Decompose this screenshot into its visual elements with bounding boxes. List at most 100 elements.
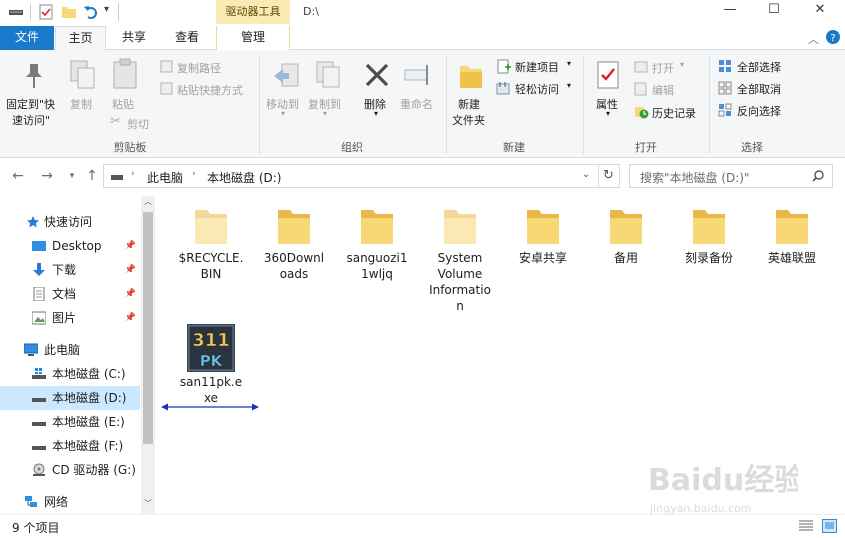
search-icon[interactable] bbox=[812, 170, 824, 182]
scroll-down-icon[interactable]: ﹀ bbox=[144, 498, 152, 509]
file-name-line: 刻录备份 bbox=[684, 251, 733, 265]
nav-item-pictures[interactable]: 图片 📌 bbox=[0, 306, 140, 330]
details-view-icon[interactable] bbox=[799, 520, 813, 532]
nav-drive-d[interactable]: 本地磁盘 (D:) bbox=[0, 386, 140, 410]
tab-view[interactable]: 查看 bbox=[162, 26, 212, 50]
minimize-button[interactable]: — bbox=[708, 0, 752, 22]
breadcrumb-separator-icon: › bbox=[192, 169, 196, 179]
copy-icon bbox=[70, 60, 95, 89]
history-label: 历史记录 bbox=[652, 107, 696, 120]
close-button[interactable]: ✕ bbox=[798, 0, 842, 22]
nav-quick-access[interactable]: 快速访问 bbox=[0, 210, 140, 234]
file-name-line: $RECYCLE. bbox=[178, 251, 244, 265]
file-name-line: System bbox=[437, 251, 483, 265]
download-icon bbox=[33, 263, 45, 276]
file-item-system-volume-information[interactable]: System Volume Informatio n bbox=[420, 206, 500, 314]
edit-icon bbox=[634, 82, 647, 96]
nav-drive-g[interactable]: CD 驱动器 (G:) bbox=[0, 458, 140, 482]
qat-customize-icon[interactable]: ▾ bbox=[104, 4, 109, 15]
group-open-label: 打开 bbox=[635, 141, 657, 154]
large-icons-view-icon[interactable] bbox=[822, 519, 837, 533]
delete-dropdown-icon: ▾ bbox=[374, 109, 379, 118]
tab-share[interactable]: 共享 bbox=[108, 26, 160, 50]
nav-drive-f[interactable]: 本地磁盘 (F:) bbox=[0, 434, 140, 458]
group-organize-label: 组织 bbox=[341, 141, 363, 154]
file-name-line: Volume bbox=[437, 267, 483, 281]
tab-file[interactable]: 文件 bbox=[0, 26, 54, 50]
delete-x-icon bbox=[365, 63, 389, 87]
new-folder-icon bbox=[460, 66, 482, 88]
pin-icon: 📌 bbox=[124, 313, 136, 323]
address-bar[interactable]: › 此电脑 › 本地磁盘 (D:) ⌄ bbox=[103, 164, 599, 188]
rename-label: 重命名 bbox=[400, 98, 433, 111]
new-folder-label-1: 新建 bbox=[458, 98, 480, 111]
nav-network[interactable]: 网络 bbox=[0, 490, 140, 514]
file-name-line: Informatio bbox=[429, 283, 491, 297]
breadcrumb-this-pc[interactable]: 此电脑 bbox=[147, 169, 183, 186]
drive-icon bbox=[32, 398, 46, 402]
copy-to-dropdown-icon: ▾ bbox=[323, 109, 328, 118]
drive-tools-header: 驱动器工具 bbox=[216, 0, 290, 24]
up-arrow-icon[interactable]: ↑ bbox=[83, 167, 101, 185]
breadcrumb-separator-icon: › bbox=[131, 169, 135, 179]
network-icon bbox=[25, 496, 37, 507]
tab-home[interactable]: 主页 bbox=[55, 26, 106, 51]
file-item-backup[interactable]: 备用 bbox=[586, 206, 666, 266]
breadcrumb-drive-d[interactable]: 本地磁盘 (D:) bbox=[207, 169, 281, 186]
file-name-line: 1wljq bbox=[361, 267, 393, 281]
nav-item-downloads[interactable]: 下载 📌 bbox=[0, 258, 140, 282]
group-select-label: 选择 bbox=[741, 141, 763, 154]
collapse-ribbon-icon[interactable]: ︿ bbox=[808, 31, 819, 47]
tab-manage[interactable]: 管理 bbox=[216, 26, 290, 50]
file-item-san11pk-exe[interactable]: 311 PK san11pk.e xe bbox=[171, 324, 251, 406]
nav-this-pc[interactable]: 此电脑 bbox=[0, 338, 140, 362]
help-icon[interactable]: ? bbox=[826, 30, 840, 44]
file-name-line: 英雄联盟 bbox=[767, 251, 816, 265]
status-bar: 9 个项目 bbox=[0, 514, 845, 538]
new-folder-icon[interactable] bbox=[61, 4, 77, 20]
san11pk-app-icon: 311 PK bbox=[187, 324, 235, 372]
forward-arrow-icon[interactable]: → bbox=[38, 167, 56, 185]
address-dropdown-icon[interactable]: ⌄ bbox=[582, 169, 590, 180]
item-count: 9 个项目 bbox=[12, 521, 60, 535]
nav-item-desktop[interactable]: Desktop 📌 bbox=[0, 234, 140, 258]
properties-icon[interactable] bbox=[38, 4, 54, 20]
copy-label: 复制 bbox=[70, 98, 92, 111]
file-item-burn-backup[interactable]: 刻录备份 bbox=[669, 206, 749, 266]
nav-drive-c[interactable]: 本地磁盘 (C:) bbox=[0, 362, 140, 386]
refresh-icon[interactable]: ↻ bbox=[598, 164, 620, 188]
select-all-icon bbox=[719, 60, 731, 72]
file-name-line: BIN bbox=[200, 267, 222, 281]
maximize-button[interactable]: ☐ bbox=[752, 0, 796, 22]
easy-access-label: 轻松访问 bbox=[515, 83, 559, 96]
title-bar: ▾ 驱动器工具 D:\ — ☐ ✕ bbox=[0, 0, 845, 26]
select-all-label: 全部选择 bbox=[737, 61, 781, 74]
file-item-sanguozi11wljq[interactable]: sanguozi1 1wljq bbox=[337, 206, 417, 282]
file-name-line: n bbox=[456, 299, 464, 313]
invert-selection-icon bbox=[718, 103, 732, 117]
recent-locations-chevron-icon[interactable]: ▾ bbox=[63, 167, 81, 185]
move-to-icon bbox=[274, 63, 299, 87]
search-box[interactable]: 搜索"本地磁盘 (D:)" bbox=[629, 164, 833, 188]
nav-item-documents[interactable]: 文档 📌 bbox=[0, 282, 140, 306]
computer-icon bbox=[24, 343, 38, 356]
pin-label-1: 固定到"快 bbox=[6, 98, 56, 111]
undo-icon[interactable] bbox=[83, 4, 99, 20]
nav-item-label: Desktop bbox=[52, 239, 102, 253]
nav-network-label: 网络 bbox=[44, 495, 69, 509]
scroll-up-icon[interactable]: ︿ bbox=[144, 196, 152, 207]
group-clipboard-label: 剪贴板 bbox=[113, 141, 147, 154]
file-item-android-share[interactable]: 安卓共享 bbox=[503, 206, 583, 266]
folder-icon bbox=[444, 210, 476, 244]
file-item-league-of-legends[interactable]: 英雄联盟 bbox=[752, 206, 832, 266]
nav-drive-e[interactable]: 本地磁盘 (E:) bbox=[0, 410, 140, 434]
nav-pane-scrollbar[interactable]: ︿ ﹀ bbox=[141, 196, 155, 514]
window-title: D:\ bbox=[303, 5, 319, 18]
file-item-360downloads[interactable]: 360Downl oads bbox=[254, 206, 334, 282]
file-item-recycle-bin[interactable]: $RECYCLE. BIN bbox=[171, 206, 251, 282]
scrollbar-thumb[interactable] bbox=[143, 212, 153, 444]
paste-label: 粘贴 bbox=[112, 98, 134, 111]
search-placeholder: 搜索"本地磁盘 (D:)" bbox=[640, 171, 750, 185]
back-arrow-icon[interactable]: ← bbox=[9, 167, 27, 185]
drive-icon bbox=[32, 446, 46, 450]
